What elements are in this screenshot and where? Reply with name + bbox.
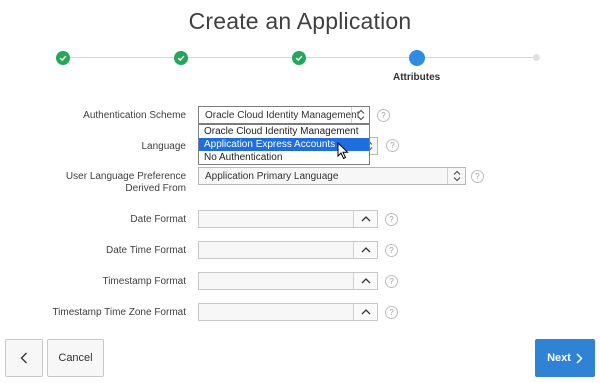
chevron-up-icon[interactable] xyxy=(353,273,377,289)
page-title: Create an Application xyxy=(188,8,412,34)
date-format-label: Date Format xyxy=(130,214,186,225)
step-5-future-marker xyxy=(533,54,540,61)
user-language-preference-label: User Language Preference Derived From xyxy=(65,171,186,194)
help-icon[interactable]: ? xyxy=(385,306,398,319)
chevron-right-icon xyxy=(576,352,583,364)
timestamp-tz-format-field[interactable] xyxy=(198,303,378,321)
timestamp-format-label: Timestamp Format xyxy=(102,276,186,287)
next-button[interactable]: Next xyxy=(535,339,595,377)
back-button[interactable] xyxy=(5,339,43,377)
help-icon[interactable]: ? xyxy=(385,213,398,226)
step-3-complete-icon xyxy=(292,51,306,65)
step-2-complete-icon xyxy=(174,51,188,65)
updown-arrows-icon xyxy=(351,107,369,123)
step-1-complete-icon xyxy=(56,51,70,65)
help-icon[interactable]: ? xyxy=(471,170,484,183)
user-language-preference-select[interactable]: Application Primary Language xyxy=(198,167,466,185)
date-format-field[interactable] xyxy=(198,210,378,228)
help-icon[interactable]: ? xyxy=(377,109,390,122)
updown-arrows-icon xyxy=(447,168,465,184)
authentication-scheme-label: Authentication Scheme xyxy=(83,110,186,121)
step-4-current-marker xyxy=(409,50,425,66)
authentication-scheme-select[interactable]: Oracle Cloud Identity Management xyxy=(198,106,370,124)
chevron-left-icon xyxy=(20,352,27,364)
help-icon[interactable]: ? xyxy=(386,139,399,152)
help-icon[interactable]: ? xyxy=(385,244,398,257)
timestamp-tz-format-label: Timestamp Time Zone Format xyxy=(52,307,186,318)
next-button-label: Next xyxy=(547,352,571,364)
language-label: Language xyxy=(141,141,187,152)
date-time-format-field[interactable] xyxy=(198,241,378,259)
chevron-up-icon[interactable] xyxy=(353,211,377,227)
dropdown-option-oracle-cloud[interactable]: Oracle Cloud Identity Management xyxy=(199,125,369,138)
current-step-label: Attributes xyxy=(393,72,441,83)
user-language-preference-value: Application Primary Language xyxy=(205,171,339,182)
wizard-progress: Attributes xyxy=(0,50,600,90)
timestamp-format-field[interactable] xyxy=(198,272,378,290)
mouse-pointer-icon xyxy=(337,142,349,160)
help-icon[interactable]: ? xyxy=(385,275,398,288)
authentication-scheme-value: Oracle Cloud Identity Management xyxy=(205,110,360,121)
date-time-format-label: Date Time Format xyxy=(105,245,186,256)
chevron-up-icon[interactable] xyxy=(353,304,377,320)
chevron-up-icon[interactable] xyxy=(353,242,377,258)
cancel-button[interactable]: Cancel xyxy=(47,339,104,377)
